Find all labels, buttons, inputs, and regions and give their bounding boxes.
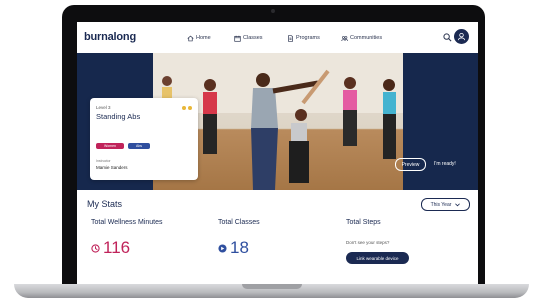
app-screen: burnalong Home Classes Programs Communit… [77, 22, 478, 284]
clock-icon [91, 243, 100, 253]
nav-item-label: Home [196, 35, 211, 41]
wellness-minutes-stat: 116 [91, 238, 130, 258]
total-steps-label: Total Steps [346, 219, 381, 226]
nav-item-home[interactable]: Home [187, 33, 211, 43]
user-icon [457, 32, 466, 41]
laptop-base [14, 284, 529, 298]
top-nav: burnalong Home Classes Programs Communit… [77, 22, 478, 54]
logo[interactable]: burnalong [84, 31, 136, 43]
class-level: Level 3 [96, 105, 111, 110]
classes-icon [218, 243, 227, 253]
preview-button[interactable]: Preview [395, 158, 426, 171]
nav-item-programs[interactable]: Programs [287, 33, 320, 43]
link-wearable-button[interactable]: Link wearable device [346, 252, 409, 264]
nav-item-classes[interactable]: Classes [234, 33, 263, 43]
class-title: Standing Abs [96, 112, 141, 121]
intensity-icons [182, 106, 192, 110]
total-classes-value: 18 [230, 238, 249, 257]
featured-class-hero: Level 3 Standing Abs Women Abs Instructo… [77, 53, 478, 190]
period-label: This Year [430, 201, 452, 208]
intensity-dot-icon [182, 106, 186, 110]
nav-item-communities[interactable]: Communities [341, 33, 382, 43]
stats-title: My Stats [87, 199, 123, 209]
ready-button[interactable]: I'm ready! [434, 158, 456, 169]
camera-icon [271, 9, 275, 13]
intensity-dot-icon [188, 106, 192, 110]
tag-women[interactable]: Women [96, 143, 124, 149]
instructor-name: Mamie Sanders [96, 165, 128, 170]
avatar[interactable] [454, 29, 469, 44]
laptop-notch [242, 284, 302, 289]
instructor-label: Instructor [96, 159, 111, 163]
tag-abs[interactable]: Abs [128, 143, 150, 149]
steps-note: Don't see your steps? [346, 240, 390, 245]
document-icon [288, 34, 293, 42]
people-icon [341, 35, 348, 41]
period-dropdown[interactable]: This Year [421, 198, 470, 211]
nav-item-label: Classes [243, 35, 263, 41]
wellness-minutes-value: 116 [103, 238, 131, 257]
wellness-minutes-label: Total Wellness Minutes [91, 219, 163, 226]
total-classes-label: Total Classes [218, 219, 260, 226]
chevron-down-icon [455, 202, 461, 206]
nav-item-label: Programs [296, 35, 320, 41]
home-icon [187, 35, 194, 41]
total-classes-stat: 18 [218, 238, 249, 258]
search-icon[interactable] [443, 33, 452, 42]
calendar-icon [234, 35, 241, 42]
nav-item-label: Communities [350, 35, 383, 41]
class-card[interactable]: Level 3 Standing Abs Women Abs Instructo… [90, 98, 198, 180]
